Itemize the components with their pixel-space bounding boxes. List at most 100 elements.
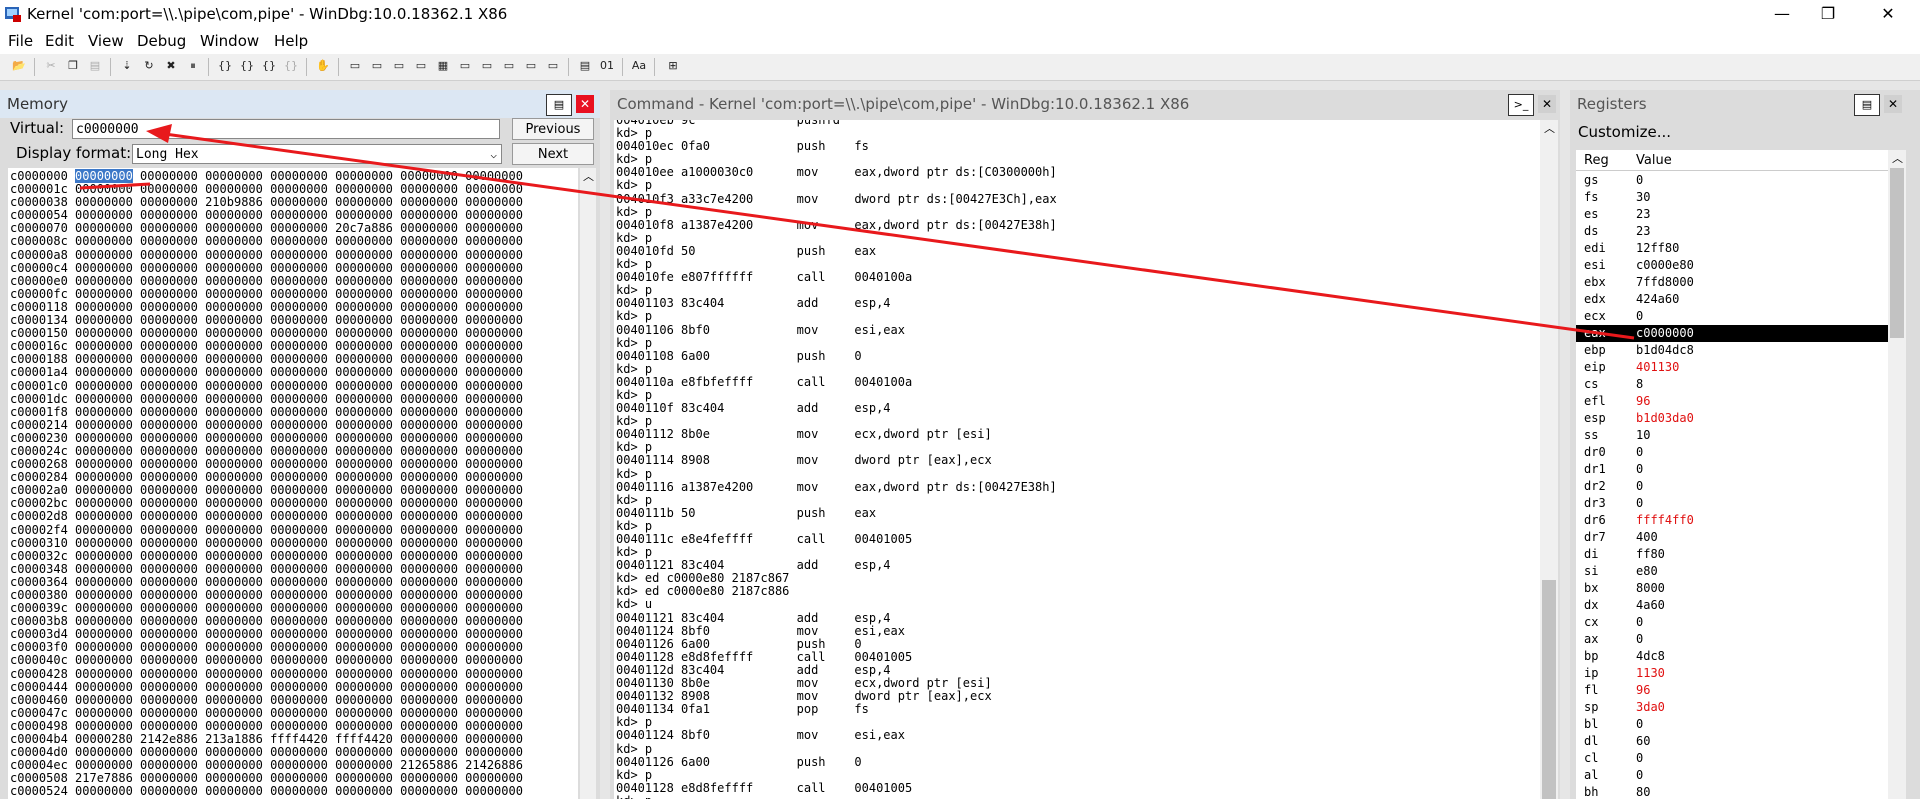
- register-row-ss[interactable]: ss 10: [1576, 427, 1896, 444]
- register-value[interactable]: 0: [1636, 309, 1643, 323]
- command-output[interactable]: 004010eb 9c pushfd kd> p 004010ec 0fa0 p…: [614, 120, 1540, 799]
- register-row-edx[interactable]: edx 424a60: [1576, 291, 1896, 308]
- register-value[interactable]: 0: [1636, 462, 1643, 476]
- register-value[interactable]: 424a60: [1636, 292, 1679, 306]
- font-icon[interactable]: Aa: [630, 57, 648, 75]
- register-value[interactable]: b1d04dc8: [1636, 343, 1694, 357]
- scrollbar-thumb[interactable]: [1542, 580, 1556, 799]
- register-value[interactable]: c0000e80: [1636, 258, 1694, 272]
- close-window-button[interactable]: ✕: [1860, 0, 1916, 28]
- command-scrollbar[interactable]: ︿: [1540, 120, 1558, 799]
- memory-dump[interactable]: c0000000 00000000 00000000 00000000 0000…: [8, 168, 578, 799]
- maximize-button[interactable]: ❐: [1800, 0, 1856, 28]
- register-value[interactable]: 0: [1636, 615, 1643, 629]
- menu-debug[interactable]: Debug: [137, 32, 186, 50]
- break-icon[interactable]: ⏸: [184, 57, 202, 75]
- registers-options-icon[interactable]: ▤: [1854, 94, 1880, 116]
- source-mode-icon[interactable]: ▭: [544, 57, 562, 75]
- memory-options-icon[interactable]: ▤: [546, 94, 572, 116]
- register-value[interactable]: 0: [1636, 717, 1643, 731]
- register-row-si[interactable]: si e80: [1576, 563, 1896, 580]
- virtual-address-input[interactable]: c0000000: [72, 119, 500, 139]
- register-value[interactable]: 8000: [1636, 581, 1665, 595]
- register-row-dl[interactable]: dl 60: [1576, 733, 1896, 750]
- register-value[interactable]: 0: [1636, 496, 1643, 510]
- register-row-ecx[interactable]: ecx 0: [1576, 308, 1896, 325]
- register-row-bx[interactable]: bx 8000: [1576, 580, 1896, 597]
- register-value[interactable]: 8: [1636, 377, 1643, 391]
- register-row-es[interactable]: es 23: [1576, 206, 1896, 223]
- step-into-icon[interactable]: {}: [216, 57, 234, 75]
- menu-edit[interactable]: Edit: [45, 32, 74, 50]
- register-value[interactable]: 96: [1636, 394, 1650, 408]
- register-value[interactable]: 23: [1636, 224, 1650, 238]
- register-row-esp[interactable]: esp b1d03da0: [1576, 410, 1896, 427]
- register-row-cs[interactable]: cs 8: [1576, 376, 1896, 393]
- registers-scrollbar[interactable]: ︿: [1888, 150, 1906, 799]
- previous-button[interactable]: Previous: [512, 118, 594, 140]
- register-value[interactable]: 3da0: [1636, 700, 1665, 714]
- register-row-dr6[interactable]: dr6 ffff4ff0: [1576, 512, 1896, 529]
- register-row-ebx[interactable]: ebx 7ffd8000: [1576, 274, 1896, 291]
- scroll-up-icon[interactable]: ︿: [1892, 150, 1903, 166]
- open-icon[interactable]: 📂: [10, 57, 28, 75]
- hand-icon[interactable]: ✋: [314, 57, 332, 75]
- register-value[interactable]: e80: [1636, 564, 1658, 578]
- register-value[interactable]: 12ff80: [1636, 241, 1679, 255]
- registers-window-icon[interactable]: ▭: [412, 57, 430, 75]
- register-value[interactable]: 60: [1636, 734, 1650, 748]
- register-value[interactable]: 7ffd8000: [1636, 275, 1694, 289]
- register-row-gs[interactable]: gs 0: [1576, 172, 1896, 189]
- register-value[interactable]: 0: [1636, 751, 1643, 765]
- register-value[interactable]: 80: [1636, 785, 1650, 799]
- register-row-cl[interactable]: cl 0: [1576, 750, 1896, 767]
- command-prompt-icon[interactable]: >_: [1508, 94, 1534, 116]
- register-row-efl[interactable]: efl 96: [1576, 393, 1896, 410]
- register-value[interactable]: 0: [1636, 173, 1643, 187]
- register-row-dr0[interactable]: dr0 0: [1576, 444, 1896, 461]
- register-value[interactable]: 0: [1636, 632, 1643, 646]
- memory-close-icon[interactable]: ✕: [576, 95, 594, 113]
- menu-help[interactable]: Help: [274, 32, 308, 50]
- register-value[interactable]: 10: [1636, 428, 1650, 442]
- memory-scrollbar[interactable]: ︿: [580, 168, 596, 799]
- restart-icon[interactable]: ↻: [140, 57, 158, 75]
- paste-icon[interactable]: ▤: [86, 57, 104, 75]
- register-value[interactable]: c0000000: [1636, 326, 1694, 340]
- register-value[interactable]: 96: [1636, 683, 1650, 697]
- register-value[interactable]: 400: [1636, 530, 1658, 544]
- register-value[interactable]: 0: [1636, 768, 1643, 782]
- register-row-dr2[interactable]: dr2 0: [1576, 478, 1896, 495]
- processes-threads-icon[interactable]: ▭: [522, 57, 540, 75]
- register-row-di[interactable]: di ff80: [1576, 546, 1896, 563]
- command-window-icon[interactable]: ▭: [346, 57, 364, 75]
- register-value[interactable]: 401130: [1636, 360, 1679, 374]
- register-row-ip[interactable]: ip 1130: [1576, 665, 1896, 682]
- register-row-edi[interactable]: edi 12ff80: [1576, 240, 1896, 257]
- command-close-icon[interactable]: ✕: [1538, 95, 1556, 113]
- register-row-ax[interactable]: ax 0: [1576, 631, 1896, 648]
- register-row-eax[interactable]: eax c0000000: [1576, 325, 1896, 342]
- register-value[interactable]: 1130: [1636, 666, 1665, 680]
- source-mode-on-icon[interactable]: ▤: [576, 57, 594, 75]
- scrollbar-thumb[interactable]: [1890, 168, 1904, 338]
- register-value[interactable]: 4a60: [1636, 598, 1665, 612]
- call-stack-icon[interactable]: ▭: [456, 57, 474, 75]
- register-row-al[interactable]: al 0: [1576, 767, 1896, 784]
- scratch-pad-icon[interactable]: ▭: [500, 57, 518, 75]
- display-format-select[interactable]: Long Hex ⌵: [132, 144, 502, 164]
- register-row-dr7[interactable]: dr7 400: [1576, 529, 1896, 546]
- register-row-ds[interactable]: ds 23: [1576, 223, 1896, 240]
- scroll-up-icon[interactable]: ︿: [583, 168, 594, 184]
- menu-view[interactable]: View: [88, 32, 124, 50]
- selected-memory-value[interactable]: 00000000: [75, 169, 133, 183]
- registers-close-icon[interactable]: ✕: [1884, 95, 1902, 113]
- customize-button[interactable]: Customize...: [1578, 123, 1671, 141]
- register-row-bl[interactable]: bl 0: [1576, 716, 1896, 733]
- stop-icon[interactable]: ✖: [162, 57, 180, 75]
- register-value[interactable]: ffff4ff0: [1636, 513, 1694, 527]
- register-row-esi[interactable]: esi c0000e80: [1576, 257, 1896, 274]
- next-button[interactable]: Next: [512, 143, 594, 165]
- register-value[interactable]: 0: [1636, 479, 1643, 493]
- menu-window[interactable]: Window: [200, 32, 259, 50]
